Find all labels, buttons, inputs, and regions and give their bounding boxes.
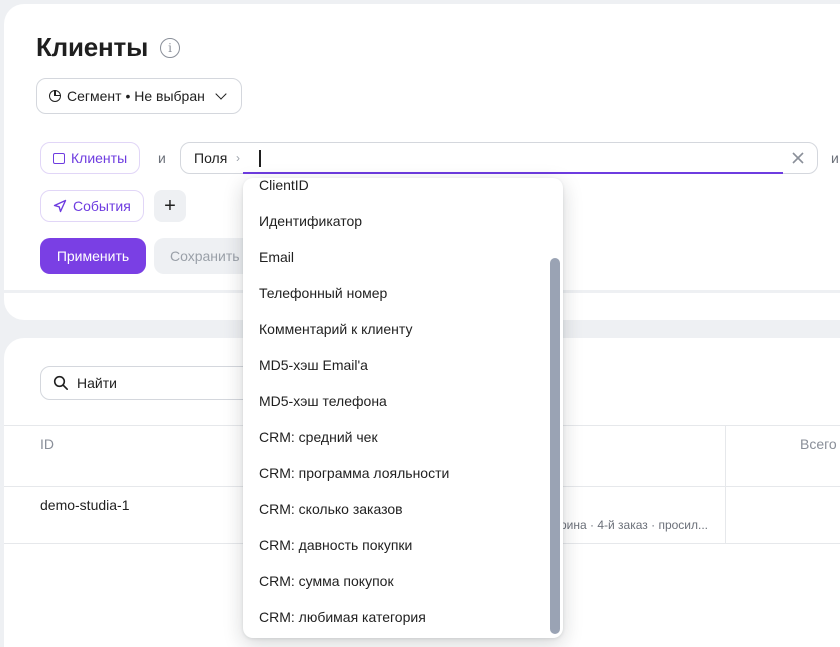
plus-icon: + xyxy=(164,194,176,217)
page-title: Клиенты xyxy=(36,32,149,62)
apply-button[interactable]: Применить xyxy=(40,238,146,274)
search-placeholder: Найти xyxy=(77,375,117,391)
wallet-icon xyxy=(53,152,65,164)
dropdown-item-crm-avg-check[interactable]: CRM: средний чек xyxy=(243,419,543,455)
dropdown-item-comment[interactable]: Комментарий к клиенту xyxy=(243,311,543,347)
clear-icon[interactable] xyxy=(791,151,805,165)
events-chip-label: События xyxy=(73,198,131,214)
dropdown-item-crm-total[interactable]: CRM: сумма покупок xyxy=(243,563,543,599)
chevron-down-icon xyxy=(215,88,227,100)
search-input[interactable]: Найти xyxy=(40,366,260,400)
text-cursor xyxy=(259,150,261,167)
pie-chart-icon xyxy=(49,90,61,102)
dropdown-item-md5-email[interactable]: MD5-хэш Email'a xyxy=(243,347,543,383)
clients-chip-label: Клиенты xyxy=(71,150,128,166)
table-row-description: рина · 4-й заказ · просил... xyxy=(560,518,708,532)
and-connector: и xyxy=(158,150,166,166)
column-divider xyxy=(725,426,726,544)
input-focus-underline xyxy=(243,172,783,174)
events-filter-chip[interactable]: События xyxy=(40,190,144,222)
segment-label: Сегмент • Не выбран xyxy=(67,88,205,104)
fields-dropdown-menu[interactable]: ClientID Идентификатор Email Телефонный … xyxy=(243,178,563,638)
search-icon xyxy=(53,375,68,390)
dropdown-scrollbar[interactable] xyxy=(550,258,560,634)
title-row: Клиенты i xyxy=(36,32,181,63)
clients-filter-chip[interactable]: Клиенты xyxy=(40,142,141,174)
and-connector-right: и xyxy=(831,150,839,166)
info-icon[interactable]: i xyxy=(160,37,181,58)
dropdown-item-clientid[interactable]: ClientID xyxy=(243,178,543,203)
dropdown-item-phone[interactable]: Телефонный номер xyxy=(243,275,543,311)
fields-label: Поля xyxy=(194,150,228,166)
dropdown-item-identifier[interactable]: Идентификатор xyxy=(243,203,543,239)
table-row-id[interactable]: demo-studia-1 xyxy=(40,497,130,513)
add-filter-button[interactable]: + xyxy=(154,190,186,222)
fields-chevron: › xyxy=(236,151,240,165)
dropdown-item-crm-orders[interactable]: CRM: сколько заказов xyxy=(243,491,543,527)
segment-dropdown[interactable]: Сегмент • Не выбран xyxy=(36,78,242,114)
column-header-id[interactable]: ID xyxy=(40,436,54,452)
dropdown-item-crm-recency[interactable]: CRM: давность покупки xyxy=(243,527,543,563)
fields-input[interactable]: Поля › xyxy=(180,142,818,174)
dropdown-item-md5-phone[interactable]: MD5-хэш телефона xyxy=(243,383,543,419)
dropdown-item-crm-loyalty[interactable]: CRM: программа лояльности xyxy=(243,455,543,491)
send-icon xyxy=(53,199,67,213)
dropdown-item-email[interactable]: Email xyxy=(243,239,543,275)
dropdown-item-crm-category[interactable]: CRM: любимая категория xyxy=(243,599,543,635)
fields-dropdown-list: ClientID Идентификатор Email Телефонный … xyxy=(243,178,543,635)
column-header-total[interactable]: Всего xyxy=(800,436,837,452)
